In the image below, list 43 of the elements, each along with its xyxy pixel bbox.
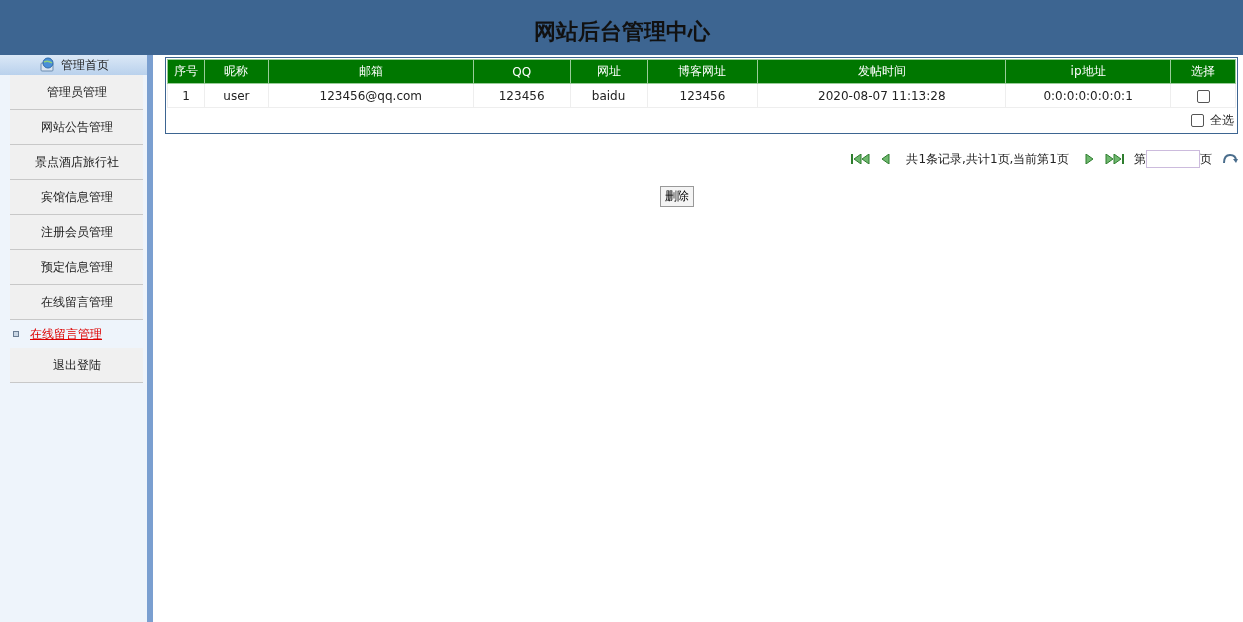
select-all-checkbox[interactable]: [1191, 113, 1204, 127]
sidebar-link[interactable]: 在线留言管理: [30, 325, 102, 343]
column-header: QQ: [473, 59, 571, 84]
table-cell: 2020-08-07 11:13:28: [757, 83, 1006, 108]
page-suffix: 页: [1200, 150, 1212, 168]
table-cell: 123456: [647, 83, 758, 108]
column-header: 发帖时间: [757, 59, 1006, 84]
column-header: 昵称: [204, 59, 269, 84]
page-prefix: 第: [1134, 150, 1146, 168]
table-cell: 123456@qq.com: [268, 83, 474, 108]
last-page-icon[interactable]: [1104, 154, 1124, 164]
previous-page-icon[interactable]: [881, 154, 891, 164]
table-cell: 0:0:0:0:0:0:0:1: [1005, 83, 1171, 108]
sidebar-menu-item[interactable]: 宾馆信息管理: [10, 180, 143, 215]
sidebar-menu-item[interactable]: 管理员管理: [10, 75, 143, 110]
go-arrow-icon[interactable]: [1222, 153, 1238, 165]
bullet-square-icon: [13, 331, 19, 337]
site-title: 网站后台管理中心: [533, 18, 710, 46]
table-cell: 1: [167, 83, 205, 108]
sidebar-menu-item[interactable]: 预定信息管理: [10, 250, 143, 285]
globe-computer-icon: [38, 57, 57, 73]
column-header: 序号: [167, 59, 205, 84]
row-checkbox[interactable]: [1196, 89, 1210, 103]
column-header: 网址: [570, 59, 647, 84]
next-page-icon[interactable]: [1085, 154, 1094, 164]
table-cell: user: [204, 83, 269, 108]
table-cell: 123456: [473, 83, 571, 108]
first-page-icon[interactable]: [851, 154, 872, 164]
column-header: 博客网址: [647, 59, 758, 84]
column-header: 邮箱: [268, 59, 474, 84]
delete-button[interactable]: 删除: [659, 186, 694, 207]
select-all-label: 全选: [1210, 111, 1234, 129]
sidebar-title: 管理首页: [60, 56, 109, 74]
page-number-field[interactable]: [1146, 150, 1200, 168]
sidebar-menu-item[interactable]: 注册会员管理: [10, 215, 143, 250]
sidebar-menu-item[interactable]: 在线留言管理: [10, 285, 143, 320]
sidebar-menu-item[interactable]: 网站公告管理: [10, 110, 143, 145]
table-cell: baidu: [570, 83, 647, 108]
column-header: 选择: [1170, 59, 1236, 84]
sidebar-menu-item[interactable]: 景点酒店旅行社: [10, 145, 143, 180]
column-header: ip地址: [1005, 59, 1171, 84]
sidebar-menu-item[interactable]: 退出登陆: [10, 348, 143, 383]
pagination-summary: 共1条记录,共计1页,当前第1页: [906, 150, 1069, 168]
